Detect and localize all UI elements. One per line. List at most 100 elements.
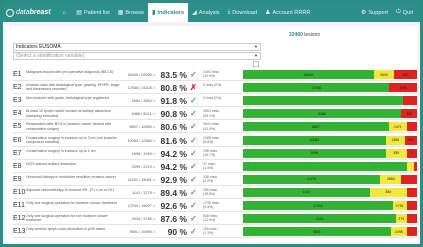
indicator-row[interactable]: E9 Hormonal therapy in endocrine sensitiv… — [13, 174, 417, 186]
indicator-ratio: 17048 / 21104 = — [127, 86, 155, 91]
indicator-label: Adjuvant chemotherapy in invasive ER- (T… — [26, 187, 115, 192]
indicator-percent: 90.8 % — [160, 109, 187, 120]
nav-item-support[interactable]: ⚙ Support — [357, 3, 392, 22]
indicator-row[interactable]: E8 DCIS without axillary dissection 2099 /… — [13, 161, 417, 173]
brand-logo[interactable]: data breast — [6, 8, 51, 17]
bar-segment-red — [401, 174, 417, 184]
missing-count: 118 miss (1.1%) — [203, 227, 217, 236]
indicator-row[interactable]: E12 Only one surgical operation for non i… — [13, 213, 417, 226]
bar-segment-red: 4056 — [389, 83, 417, 93]
indicator-code: E2 — [13, 84, 22, 92]
options-toggle-button[interactable] — [253, 61, 259, 67]
nav-item-analysis[interactable]: ◢ Analysis — [188, 3, 223, 22]
indicator-code: E10 — [13, 188, 26, 196]
distribution-bar[interactable]: 1141 284 — [243, 187, 417, 197]
nav-item-quit[interactable]: ⏻ Quit — [392, 3, 417, 22]
indicator-row[interactable]: E1 Malignant lesions with pre-operative d… — [13, 69, 417, 81]
bar-segment-green: 18449 — [243, 70, 374, 79]
indicator-label: Hormonal therapy in endocrine sensitive … — [26, 174, 116, 179]
distribution-bar[interactable]: 14201 2884 — [243, 174, 417, 184]
bar-segment-green — [243, 161, 407, 171]
indicator-percent: 92.6 % — [160, 201, 187, 211]
bar-segment-red — [403, 96, 417, 106]
account-icon: ♟ — [265, 10, 271, 16]
nav-item-download[interactable]: ⤓ Download — [224, 3, 262, 22]
bar-segment-red — [413, 161, 417, 171]
indicator-ratio: 1898 / 1949 = — [131, 151, 155, 156]
nav-item-label: Indicators — [157, 9, 185, 16]
indicator-ratio: 5488 / 6021 = — [131, 112, 155, 117]
check-icon: ✓ — [190, 201, 197, 210]
distribution-bar[interactable]: 18449 2693 953 — [243, 70, 417, 79]
indicator-percent: 83.5 % — [160, 70, 187, 80]
distribution-bar[interactable] — [243, 161, 417, 171]
bar-segment-red — [406, 227, 417, 237]
bar-segment-green: 14201 — [243, 174, 381, 184]
bar-segment-yellow: 1366 — [385, 135, 405, 145]
stratification-select[interactable]: (Select a stratification variable) ▼ — [13, 52, 261, 60]
indicator-row[interactable]: E13 Only sentinel lymph node dissection i… — [13, 226, 417, 239]
distribution-bar[interactable]: 8607 1471 — [243, 122, 417, 132]
indicator-label: Only one surgical operation for invasive… — [26, 201, 117, 205]
indicator-label: Invasive case with histological type, gr… — [26, 83, 120, 92]
indicator-row[interactable]: E7 Conservative surgery in invasive up to… — [13, 148, 417, 160]
indicator-ratio: 17933 / 19097 = — [127, 204, 155, 208]
nav-item-browse[interactable]: ▦ Browse — [114, 3, 148, 22]
indicator-row[interactable]: E10 Adjuvant chemotherapy in invasive ER-… — [13, 187, 417, 199]
indicator-percent: 92.9 % — [160, 174, 187, 185]
bar-segment-yellow — [406, 161, 414, 171]
indicator-set-select[interactable]: Indicators EUSOMA ▼ — [13, 43, 261, 51]
indicator-row[interactable]: E2 Invasive case with histological type, … — [13, 82, 417, 95]
indicator-row[interactable]: E5 Reoperation after BCS in invasive canc… — [13, 121, 417, 134]
bar-segment-red: 533 — [401, 109, 417, 119]
bar-segment-green: 1898 — [243, 148, 386, 158]
missing-count: 298 miss (15.7%) — [203, 148, 218, 157]
missing-count: 37 miss (1.4%) — [203, 161, 216, 170]
indicator-label: Malignant lesions with pre-operative dia… — [26, 70, 114, 74]
bar-segment-yellow: 1098 — [390, 227, 407, 237]
nav-item-account[interactable]: ♟ Account ṘṘṘṘ — [261, 3, 314, 22]
distribution-bar[interactable]: 9891 1098 — [243, 227, 417, 237]
check-icon: ✓ — [190, 161, 197, 171]
indicator-percent: 90 % — [167, 227, 187, 238]
indicator-ratio: 3315 / 3789 = — [131, 217, 155, 222]
distribution-bar[interactable]: 3315 279 — [243, 214, 417, 224]
nav-item-home[interactable]: ⌂ — [59, 3, 73, 22]
distribution-bar[interactable]: 17048 4056 — [243, 83, 417, 93]
dropdown-arrow-icon: ▼ — [254, 44, 258, 49]
bar-segment-red — [406, 201, 417, 210]
dropdown-arrow-icon: ▼ — [254, 53, 258, 58]
indicator-set-value: Indicators EUSOMA — [16, 44, 61, 50]
missing-count: 338 miss (2.2%) — [203, 174, 218, 183]
bar-segment-green: 5488 — [243, 109, 402, 119]
indicator-row[interactable]: E4 At least 10 lymph nodes excised at axi… — [13, 108, 417, 121]
indicator-percent: 91.8 % — [160, 96, 187, 107]
indicator-row[interactable]: E3 Non invasive with grade, histological … — [13, 95, 417, 108]
indicator-row[interactable]: E11 Only one surgical operation for invas… — [13, 200, 417, 212]
indicator-label: Conservative surgery in invasive up to 2… — [26, 148, 96, 153]
top-navbar: data breast ⌂ ▤ Patient list ▦ Browse ▮ Indicat… — [3, 3, 420, 22]
indicator-row[interactable]: E6 Conservative surgery in invasive up to… — [13, 135, 417, 147]
bar-segment-green — [243, 96, 404, 106]
indicator-code: E3 — [13, 97, 22, 105]
distribution-bar[interactable]: 10084 1366 934 — [243, 135, 417, 145]
distribution-bar[interactable]: 5488 533 — [243, 109, 417, 119]
distribution-bar[interactable]: 1898 359 2 — [243, 148, 417, 158]
lesion-count-unit: lesions — [304, 32, 320, 38]
indicator-code: E7 — [13, 149, 22, 157]
bar-segment-yellow: 2693 — [373, 70, 395, 79]
nav-item-indicators[interactable]: ▮ Indicators — [148, 3, 189, 22]
indicator-percent: 80.6 % — [160, 122, 187, 133]
nav-item-label: Account ṘṘṘṘ — [272, 9, 311, 16]
bar-segment-green: 10084 — [243, 135, 386, 145]
distribution-bar[interactable]: 17933 1762 — [243, 201, 417, 210]
patient-list-icon: ▤ — [76, 10, 82, 16]
indicator-code: E6 — [13, 136, 22, 144]
indicator-label: Only sentinel lymph node dissection in p… — [26, 227, 106, 232]
check-icon: ✓ — [190, 174, 197, 184]
indicator-percent: 89.4 % — [160, 187, 187, 198]
bar-segment-red: 2 — [406, 148, 417, 158]
distribution-bar[interactable] — [243, 96, 417, 106]
nav-item-patient-list[interactable]: ▤ Patient list — [72, 3, 113, 22]
nav-item-label: Analysis — [198, 9, 220, 16]
